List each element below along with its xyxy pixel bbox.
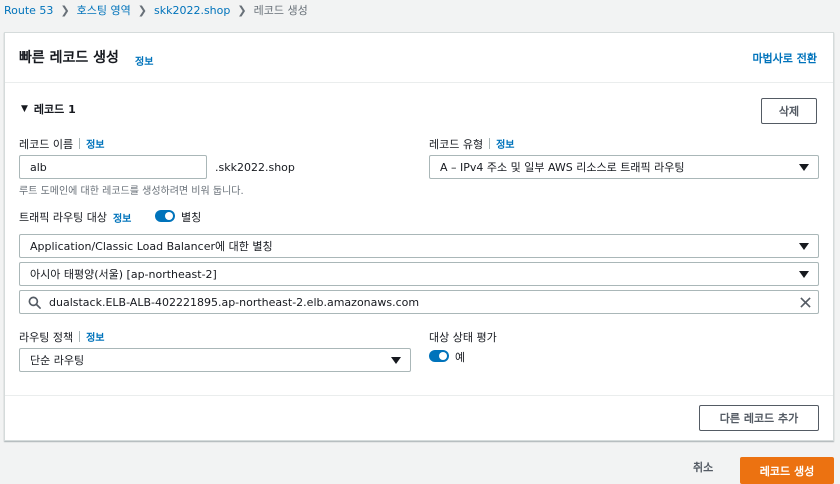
panel-header: 빠른 레코드 생성 정보 마법사로 전환 [5,33,833,83]
region-select[interactable]: 아시아 태평양(서울) [ap-northeast-2] [19,262,819,286]
divider [489,138,491,149]
breadcrumb-route53[interactable]: Route 53 [4,4,53,17]
routing-policy-label: 라우팅 정책 [19,331,74,344]
clear-icon[interactable] [800,297,811,308]
record-name-input[interactable]: alb [19,155,207,179]
panel-info-link[interactable]: 정보 [135,53,153,68]
record-type-label-group: 레코드 유형 정보 [429,136,515,152]
caret-down-icon [391,357,401,364]
create-records-button[interactable]: 레코드 생성 [740,457,834,484]
routing-policy-info-link[interactable]: 정보 [86,333,104,344]
traffic-routing-label-group: 트래픽 라우팅 대상 정보 [19,209,131,225]
delete-button[interactable]: 삭제 [761,98,817,124]
routing-policy-value: 단순 라우팅 [30,354,85,367]
alias-toggle[interactable] [155,210,175,222]
divider [79,138,81,149]
cancel-button[interactable]: 취소 [693,459,713,475]
caret-down-icon [799,271,809,278]
domain-suffix: .skk2022.shop [215,161,295,174]
panel-title: 빠른 레코드 생성 [19,50,119,66]
caret-down-icon [799,243,809,250]
region-value: 아시아 태평양(서울) [ap-northeast-2] [30,268,217,281]
alias-target-type-select[interactable]: Application/Classic Load Balancer에 대한 별칭 [19,234,819,258]
breadcrumb-hosted-zones[interactable]: 호스팅 영역 [77,2,131,18]
record-1-expander[interactable]: ▼ 레코드 1 [21,101,76,117]
endpoint-search-input[interactable]: dualstack.ELB-ALB-402221895.ap-northeast… [19,290,819,314]
record-name-hint: 루트 도메인에 대한 레코드를 생성하려면 비워 둡니다. [19,186,244,197]
divider [79,331,81,342]
divider [5,395,833,396]
quick-record-panel: 빠른 레코드 생성 정보 마법사로 전환 ▼ 레코드 1 삭제 레코드 이름 정보… [4,32,834,441]
record-type-info-link[interactable]: 정보 [496,140,514,151]
record-type-select[interactable]: A – IPv4 주소 및 일부 AWS 리소스로 트래픽 라우팅 [429,155,819,179]
alias-target-type-value: Application/Classic Load Balancer에 대한 별칭 [30,240,273,253]
routing-policy-select[interactable]: 단순 라우팅 [19,348,411,372]
chevron-right-icon: ❯ [137,3,147,17]
breadcrumb: Route 53 ❯ 호스팅 영역 ❯ skk2022.shop ❯ 레코드 생… [4,2,308,18]
traffic-routing-label: 트래픽 라우팅 대상 [19,211,107,224]
traffic-routing-info-link[interactable]: 정보 [113,210,131,225]
record-type-label: 레코드 유형 [429,138,484,151]
record-type-value: A – IPv4 주소 및 일부 AWS 리소스로 트래픽 라우팅 [440,161,685,174]
chevron-right-icon: ❯ [60,3,70,17]
routing-policy-label-group: 라우팅 정책 정보 [19,329,105,345]
alias-toggle-label: 별칭 [181,211,202,224]
switch-to-wizard-link[interactable]: 마법사로 전환 [752,50,817,66]
chevron-right-icon: ❯ [237,3,247,17]
record-name-label: 레코드 이름 [19,138,74,151]
endpoint-value: dualstack.ELB-ALB-402221895.ap-northeast… [49,295,420,309]
breadcrumb-domain[interactable]: skk2022.shop [154,4,230,17]
record-heading: 레코드 1 [33,103,76,116]
caret-down-icon: ▼ [21,104,28,114]
caret-down-icon [799,164,809,171]
breadcrumb-current: 레코드 생성 [253,4,308,17]
health-eval-toggle-label: 예 [455,351,466,364]
record-name-label-group: 레코드 이름 정보 [19,136,105,152]
search-icon [28,296,41,309]
health-eval-label: 대상 상태 평가 [429,331,497,344]
add-another-record-button[interactable]: 다른 레코드 추가 [699,405,819,431]
record-name-info-link[interactable]: 정보 [86,140,104,151]
health-eval-toggle[interactable] [429,350,449,362]
